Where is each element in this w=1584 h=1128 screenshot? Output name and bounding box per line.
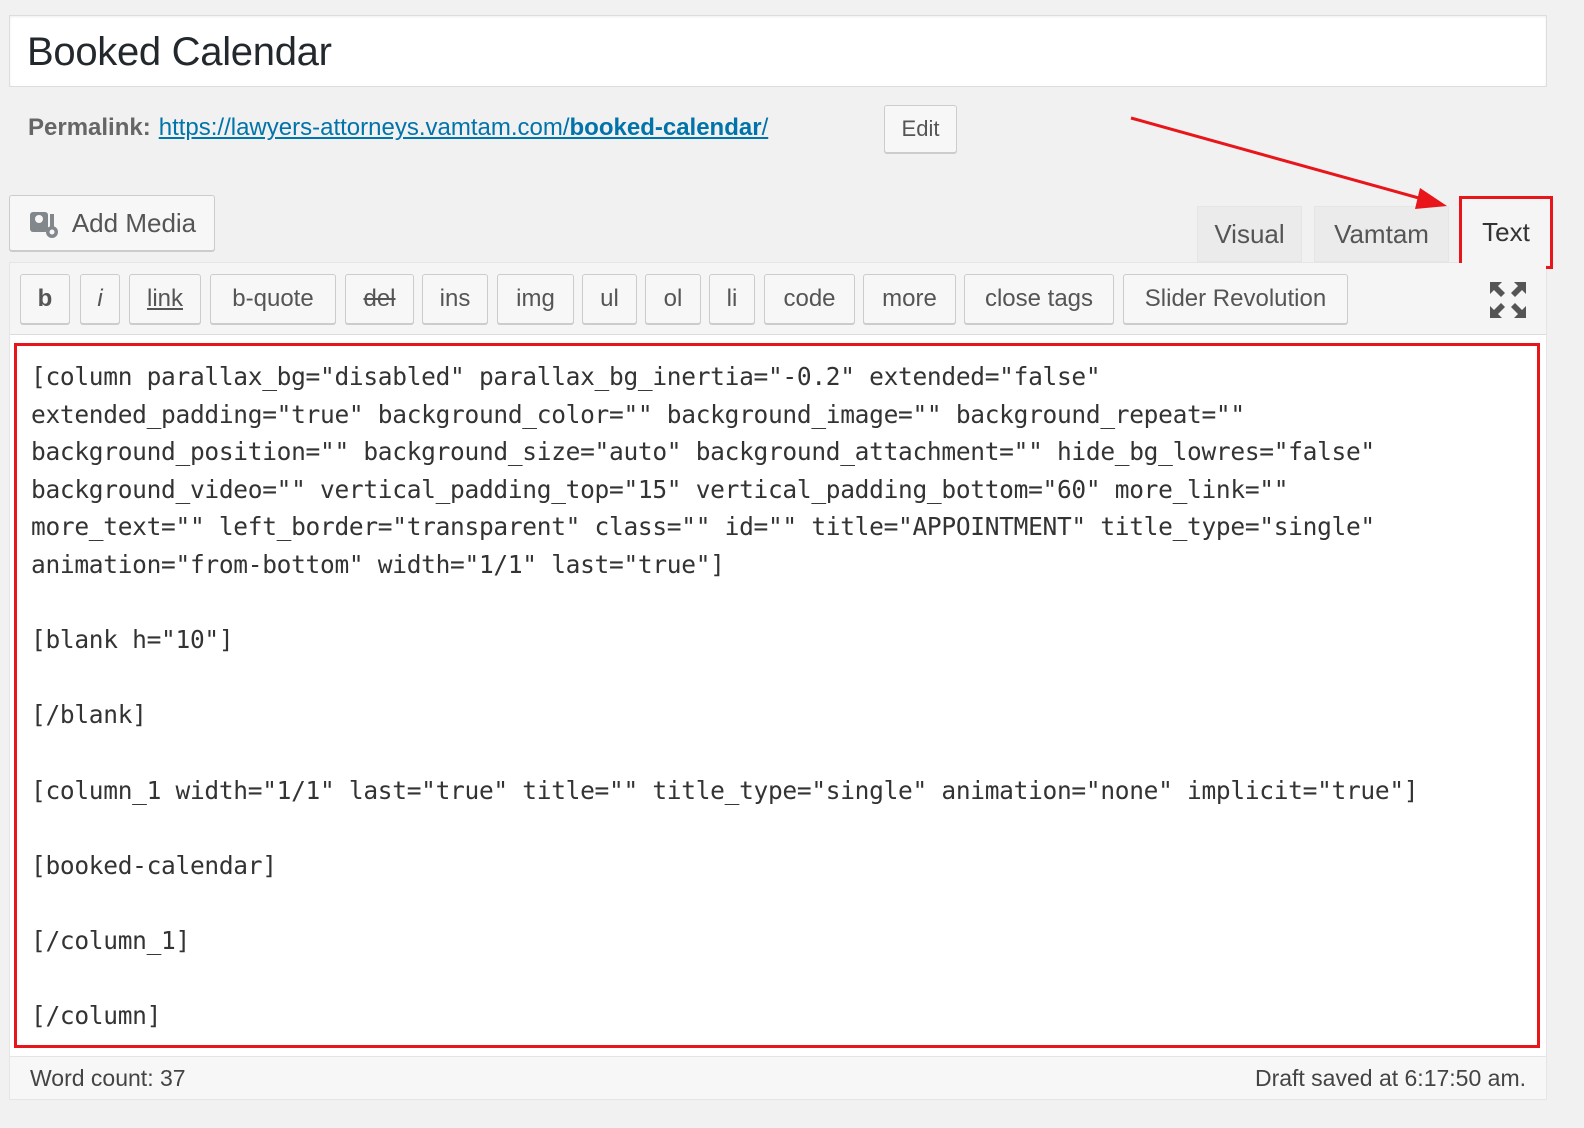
draft-saved-status: Draft saved at 6:17:50 am. [1254,1065,1526,1091]
qt-link-button[interactable]: link [129,274,201,324]
permalink-base: https://lawyers-attorneys.vamtam.com/ [158,114,570,141]
word-count: Word count: 37 [30,1065,186,1091]
qt-ul-button[interactable]: ul [582,274,637,324]
qt-close-tags-button[interactable]: close tags [964,274,1114,324]
content-text: [column parallax_bg="disabled" parallax_… [31,362,1419,1031]
qt-li-button[interactable]: li [709,274,755,324]
qt-bold-button[interactable]: b [20,274,70,324]
add-media-button[interactable]: Add Media [9,195,215,251]
qt-img-button[interactable]: img [497,274,574,324]
permalink-slug: booked-calendar [569,114,762,141]
qt-del-button[interactable]: del [345,274,414,324]
qt-code-button[interactable]: code [764,274,855,324]
fullscreen-icon[interactable] [1488,280,1528,320]
permalink-label: Permalink: [28,114,151,141]
post-title-text: Booked Calendar [27,30,332,74]
post-title-field[interactable]: Booked Calendar [9,15,1547,87]
tab-visual[interactable]: Visual [1197,206,1302,262]
qt-more-button[interactable]: more [863,274,956,324]
tab-text-highlight-box [1459,196,1553,269]
permalink-row: Permalink: https://lawyers-attorneys.vam… [28,114,768,142]
qt-ins-button[interactable]: ins [422,274,488,324]
tab-vamtam[interactable]: Vamtam [1314,206,1449,262]
qt-italic-button[interactable]: i [80,274,120,324]
media-icon [29,212,58,238]
qt-bquote-button[interactable]: b-quote [210,274,336,324]
qt-ol-button[interactable]: ol [645,274,701,324]
qt-slider-revolution-button[interactable]: Slider Revolution [1123,274,1348,324]
permalink-link[interactable]: https://lawyers-attorneys.vamtam.com/boo… [159,114,769,142]
permalink-trailing: / [761,114,769,141]
status-bar: Word count: 37 Draft saved at 6:17:50 am… [10,1056,1546,1099]
edit-permalink-button[interactable]: Edit [884,105,957,153]
add-media-label: Add Media [71,207,197,238]
content-textarea[interactable]: [column parallax_bg="disabled" parallax_… [14,343,1540,1048]
